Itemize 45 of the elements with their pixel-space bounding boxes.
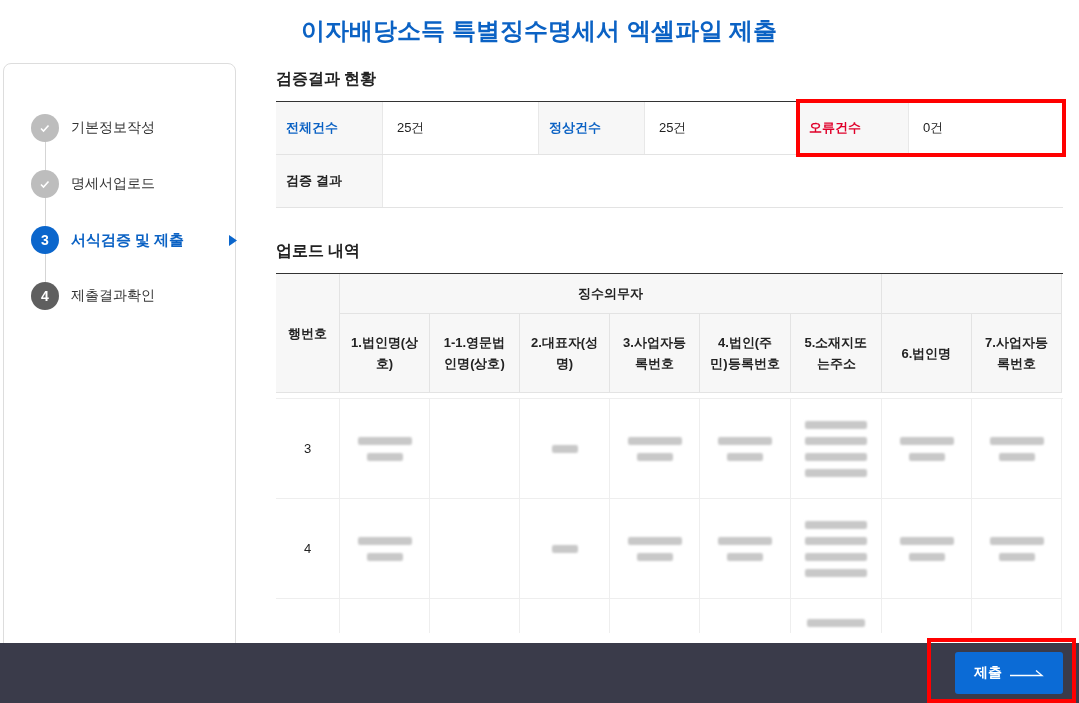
blurred-text xyxy=(805,520,867,577)
step-number: 4 xyxy=(31,282,59,310)
field-label: 전체건수 xyxy=(276,102,383,154)
row-number: 3 xyxy=(303,441,312,456)
submit-button[interactable]: 제출 xyxy=(955,652,1063,694)
section-title: 검증결과 현황 xyxy=(276,69,377,89)
field-value: 25건 xyxy=(659,119,687,137)
blurred-text xyxy=(899,436,954,461)
column-header: 4.법인(주민)등록번호 xyxy=(710,334,780,373)
step-label[interactable]: 제출결과확인 xyxy=(71,287,155,305)
column-header: 1-1.영문법인명(상호) xyxy=(442,334,507,373)
field-value: 0건 xyxy=(923,119,944,137)
step-number: 3 xyxy=(31,226,59,254)
column-header: 5.소재지또는주소 xyxy=(803,334,869,373)
column-group-header: 징수의무자 xyxy=(578,285,643,303)
blurred-text xyxy=(627,536,682,561)
blurred-text xyxy=(718,436,772,461)
blurred-text xyxy=(357,536,412,561)
blurred-text xyxy=(899,536,954,561)
step-label[interactable]: 기본정보작성 xyxy=(71,119,155,137)
column-header: 행번호 xyxy=(287,324,328,343)
step-label[interactable]: 서식검증 및 제출 xyxy=(71,230,185,250)
blurred-text xyxy=(357,436,412,461)
column-header: 3.사업자등록번호 xyxy=(622,334,687,373)
field-label: 오류건수 xyxy=(809,119,861,137)
blurred-text xyxy=(989,536,1044,561)
section-title: 업로드 내역 xyxy=(276,241,361,261)
blurred-text xyxy=(551,444,578,453)
row-number: 4 xyxy=(303,541,312,556)
field-label: 정상건수 xyxy=(539,102,645,154)
blurred-text xyxy=(627,436,682,461)
page-title: 이자배당소득 특별징수명세서 엑셀파일 제출 xyxy=(301,16,778,46)
column-header: 1.법인명(상호) xyxy=(349,334,420,373)
blurred-text xyxy=(805,420,867,477)
blurred-text xyxy=(807,619,865,627)
blurred-text xyxy=(989,436,1044,461)
field-label: 검증 결과 xyxy=(276,155,383,207)
column-header: 2.대표자(성명) xyxy=(529,334,600,373)
blurred-text xyxy=(551,544,578,553)
blurred-text xyxy=(718,536,772,561)
column-header: 7.사업자등록번호 xyxy=(984,334,1049,373)
step-label[interactable]: 명세서업로드 xyxy=(71,175,155,193)
field-value: 25건 xyxy=(397,119,425,137)
triangle-icon xyxy=(229,234,237,246)
column-header: 6.법인명 xyxy=(900,344,953,363)
